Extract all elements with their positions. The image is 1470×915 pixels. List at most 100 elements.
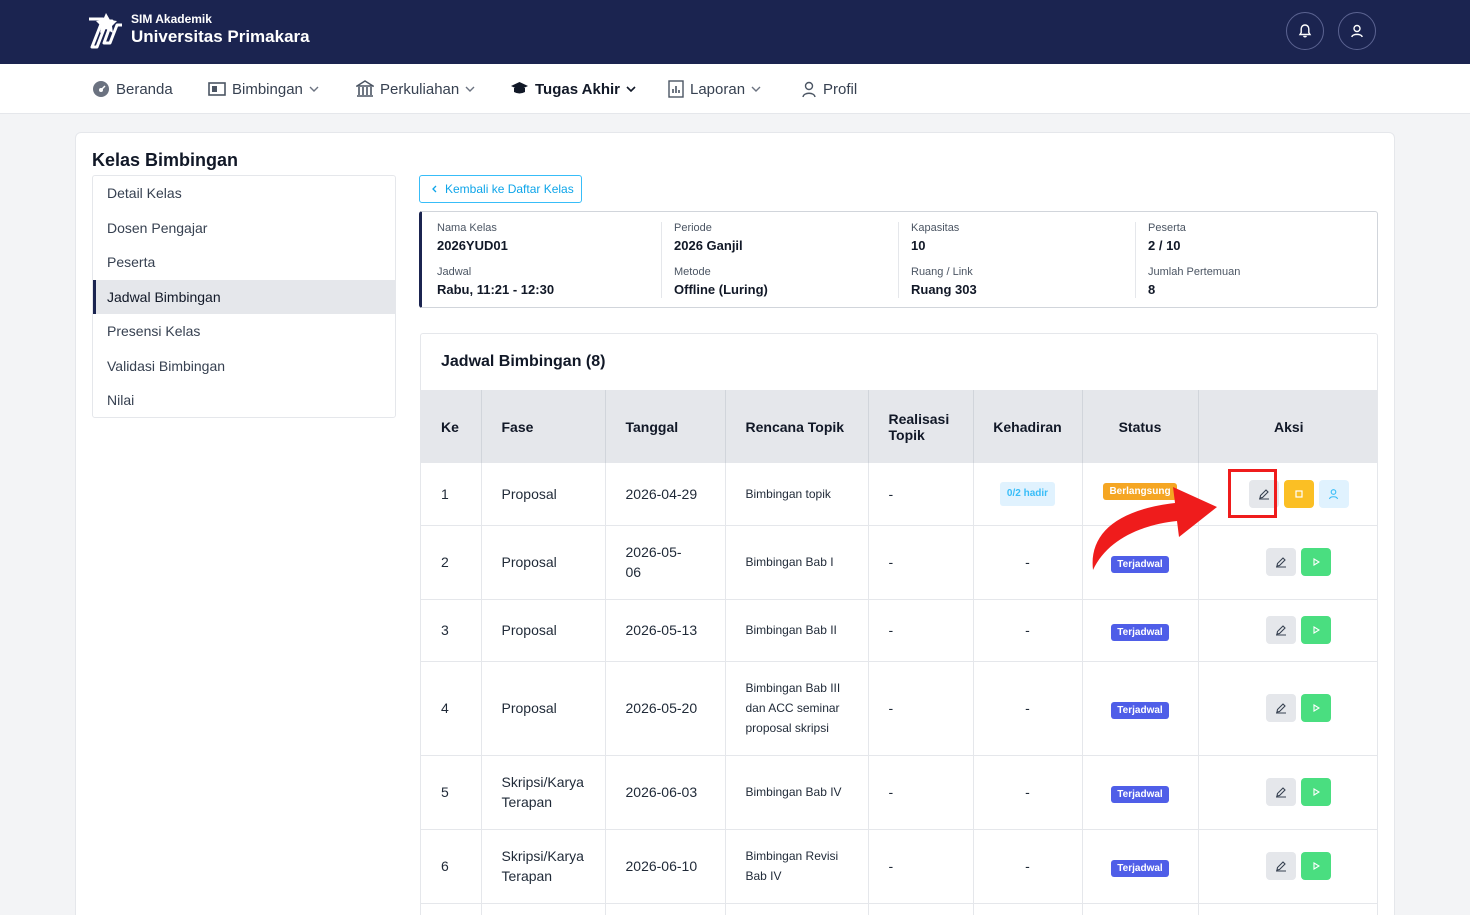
- info-label: Ruang / Link: [911, 266, 973, 278]
- cell-tanggal: 2026-04-29: [605, 463, 726, 526]
- edit-button[interactable]: [1266, 778, 1297, 806]
- info-jadwal: Jadwal Rabu, 11:21 - 12:30: [437, 266, 673, 306]
- main-nav: Beranda Bimbingan Perkuliahan Tugas Akhi…: [0, 64, 1470, 114]
- user-icon: [1351, 24, 1363, 38]
- nav-label: Bimbingan: [232, 80, 303, 98]
- cell-realisasi: -: [868, 661, 974, 756]
- info-label: Jadwal: [437, 266, 472, 278]
- edit-button[interactable]: [1266, 694, 1297, 722]
- edit-button[interactable]: [1266, 852, 1297, 880]
- side-item-dosen-pengajar[interactable]: Dosen Pengajar: [93, 211, 395, 245]
- cell-kehadiran: -: [973, 525, 1083, 600]
- cell-topik: Bimbingan Bab III dan ACC seminar propos…: [725, 661, 869, 756]
- info-value: Offline (Luring): [674, 282, 768, 297]
- nav-laporan[interactable]: Laporan: [668, 64, 761, 114]
- cell-realisasi: -: [868, 755, 974, 830]
- stop-button[interactable]: [1283, 479, 1314, 508]
- cell-topik: Bimbingan Bab II: [725, 599, 869, 662]
- table-row: 2 Proposal 2026-05-06 Bimbingan Bab I - …: [421, 525, 1377, 600]
- status-badge: Terjadwal: [1111, 785, 1169, 803]
- chevron-down-icon: [309, 86, 319, 92]
- chevron-down-icon: [751, 86, 761, 92]
- cell-kehadiran: 0/2 hadir: [973, 463, 1083, 526]
- col-realisasi-topik: Realisasi Topik: [868, 390, 974, 463]
- chevron-left-icon: [432, 185, 437, 193]
- attendance-badge: 0/2 hadir: [999, 482, 1056, 507]
- cell-fase: Proposal: [481, 599, 606, 662]
- back-button-label: Kembali ke Daftar Kelas: [445, 182, 574, 196]
- start-button[interactable]: [1301, 548, 1332, 576]
- cell-fase: Proposal: [481, 661, 606, 756]
- info-value: 2026YUD01: [437, 238, 508, 253]
- start-button[interactable]: [1301, 616, 1332, 644]
- cell-aksi: [1198, 661, 1377, 756]
- cell-status: Terjadwal: [1082, 829, 1199, 904]
- user-icon: [802, 81, 816, 98]
- table-row: 4 Proposal 2026-05-20 Bimbingan Bab III …: [421, 661, 1377, 756]
- curved-arrow-icon: [1092, 487, 1217, 570]
- start-button[interactable]: [1301, 852, 1332, 880]
- info-value: 2026 Ganjil: [674, 238, 743, 253]
- side-item-presensi-kelas[interactable]: Presensi Kelas: [93, 314, 395, 348]
- status-badge: Terjadwal: [1111, 701, 1169, 719]
- table-row: 6 Skripsi/Karya Terapan 2026-06-10 Bimbi…: [421, 829, 1377, 904]
- cell-aksi: [1198, 463, 1377, 526]
- side-item-detail-kelas[interactable]: Detail Kelas: [93, 176, 395, 210]
- col-status: Status: [1082, 390, 1199, 463]
- user-icon: [1329, 488, 1339, 499]
- back-to-class-list-button[interactable]: Kembali ke Daftar Kelas: [419, 175, 582, 203]
- cell-realisasi: -: [868, 463, 974, 526]
- table-row: [421, 903, 1377, 915]
- play-icon: [1313, 788, 1321, 796]
- info-label: Peserta: [1148, 222, 1186, 234]
- side-item-peserta[interactable]: Peserta: [93, 245, 395, 279]
- info-label: Jumlah Pertemuan: [1148, 266, 1241, 278]
- cell-kehadiran: -: [973, 829, 1083, 904]
- cell-ke: 1: [421, 463, 482, 526]
- nav-label: Beranda: [116, 80, 173, 98]
- app-title: Universitas Primakara: [131, 27, 310, 46]
- edit-button[interactable]: [1266, 548, 1297, 576]
- nav-bimbingan[interactable]: Bimbingan: [208, 64, 319, 114]
- bell-icon: [1298, 24, 1312, 38]
- info-value: Rabu, 11:21 - 12:30: [437, 282, 555, 297]
- page-title: Kelas Bimbingan: [92, 150, 239, 170]
- info-label: Metode: [674, 266, 711, 278]
- nav-label: Profil: [823, 80, 858, 98]
- side-item-nilai[interactable]: Nilai: [93, 383, 395, 417]
- cell-aksi: [1198, 829, 1377, 904]
- class-side-menu: Detail Kelas Dosen Pengajar Peserta Jadw…: [92, 175, 396, 418]
- cell-topik: Bimbingan Revisi Bab IV: [725, 829, 869, 904]
- top-header: SIM Akademik Universitas Primakara: [0, 0, 1470, 64]
- start-button[interactable]: [1301, 694, 1332, 722]
- table-header-row: Ke Fase Tanggal Rencana Topik Realisasi …: [421, 390, 1377, 463]
- cell-ke: 4: [421, 661, 482, 756]
- cell-aksi: [1198, 599, 1377, 662]
- university-logo: [89, 13, 122, 49]
- nav-tugas-akhir[interactable]: Tugas Akhir: [510, 64, 636, 114]
- cell-aksi: [1198, 755, 1377, 830]
- nav-beranda[interactable]: Beranda: [92, 64, 173, 114]
- side-item-validasi-bimbingan[interactable]: Validasi Bimbingan: [93, 349, 395, 383]
- edit-button[interactable]: [1266, 616, 1297, 644]
- info-value: Ruang 303: [911, 282, 977, 297]
- start-button[interactable]: [1301, 778, 1332, 806]
- side-item-jadwal-bimbingan[interactable]: Jadwal Bimbingan: [93, 280, 395, 314]
- cell-topik: Bimbingan Bab I: [725, 525, 869, 600]
- chevron-down-icon: [465, 86, 475, 92]
- nav-perkuliahan[interactable]: Perkuliahan: [356, 64, 475, 114]
- attendance-button[interactable]: [1318, 479, 1349, 508]
- pencil-icon: [1276, 861, 1287, 872]
- user-menu-button[interactable]: [1338, 12, 1376, 50]
- nav-profil[interactable]: Profil: [801, 64, 857, 114]
- cell-status: Terjadwal: [1082, 661, 1199, 756]
- cell-realisasi: -: [868, 525, 974, 600]
- notification-button[interactable]: [1286, 12, 1324, 50]
- nav-label: Tugas Akhir: [535, 80, 621, 98]
- col-fase: Fase: [481, 390, 606, 463]
- highlight-box: [1228, 469, 1277, 518]
- info-metode: Metode Offline (Luring): [674, 266, 910, 306]
- chevron-down-icon: [626, 86, 636, 92]
- col-aksi: Aksi: [1198, 390, 1377, 463]
- schedule-panel: Jadwal Bimbingan (8) Ke Fase Tanggal Ren…: [420, 333, 1378, 915]
